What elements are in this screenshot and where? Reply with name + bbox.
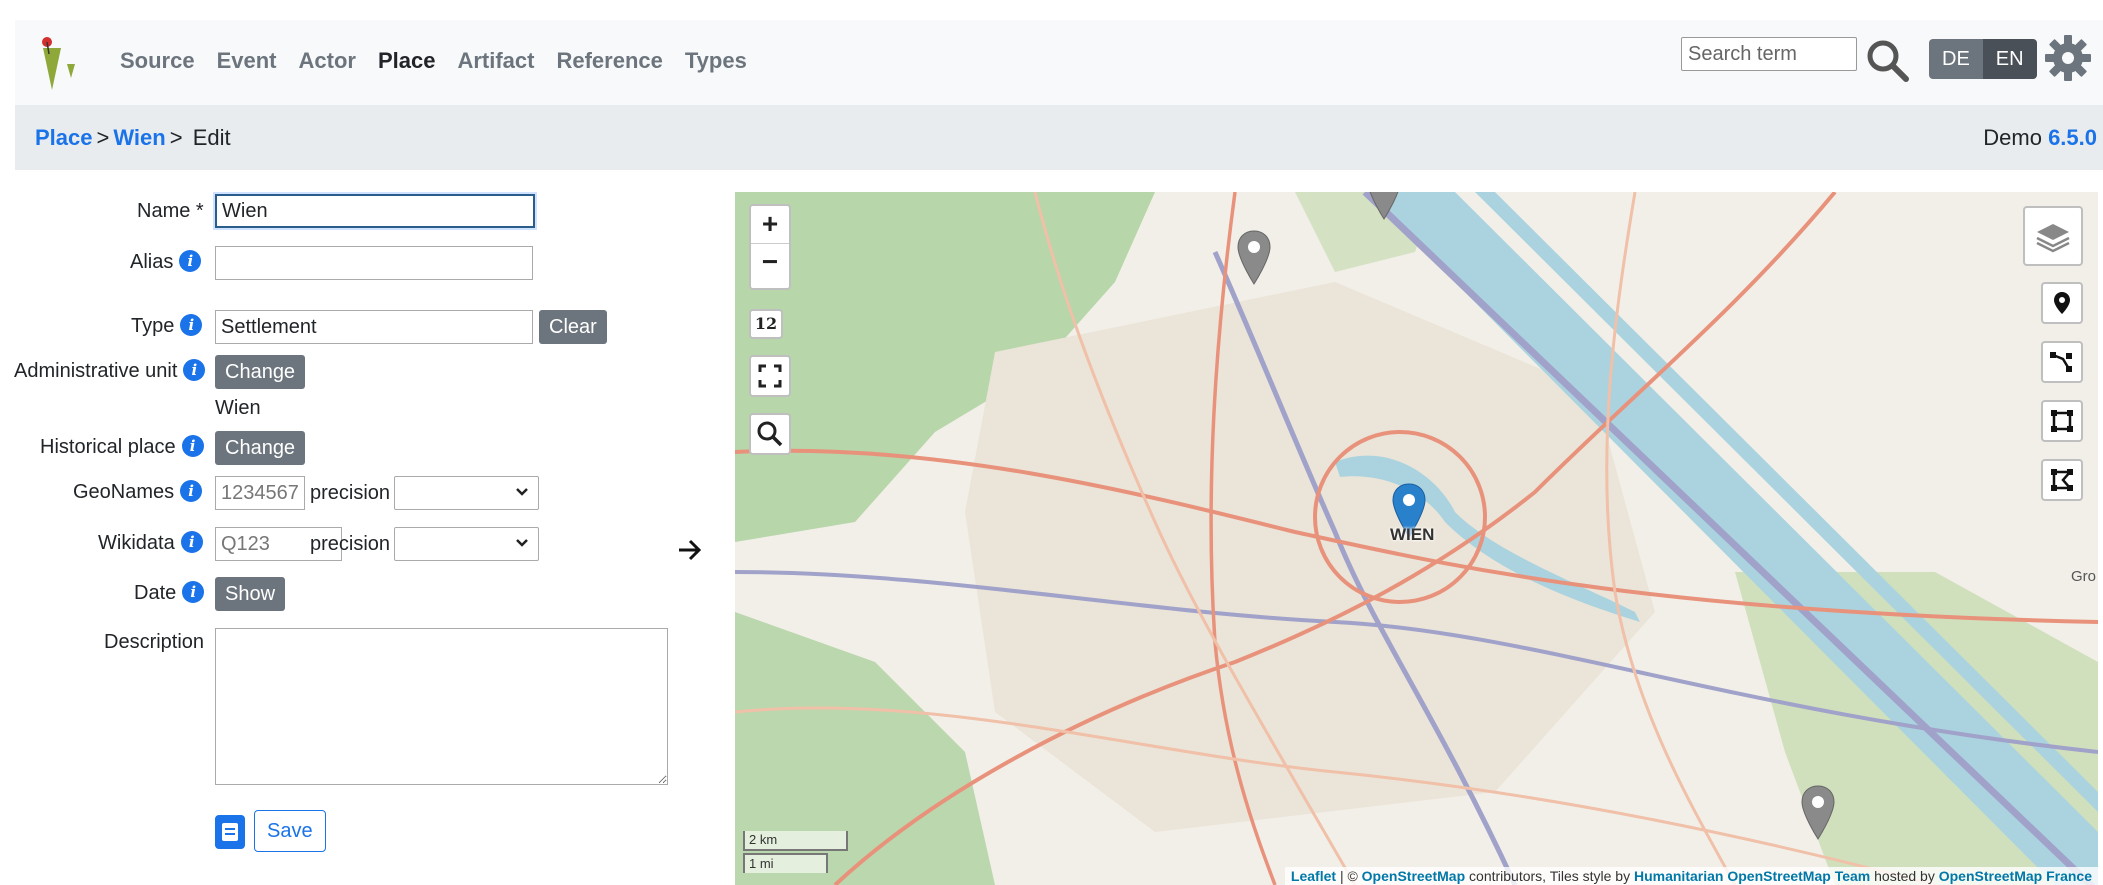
- arrow-right-icon: [679, 539, 702, 561]
- wikidata-precision-select[interactable]: [394, 527, 539, 561]
- type-label: Type i: [131, 314, 203, 338]
- draw-polygon-button[interactable]: [2041, 400, 2083, 442]
- lang-de-button[interactable]: DE: [1929, 39, 1983, 79]
- type-input[interactable]: [215, 310, 533, 344]
- layers-icon: [2036, 224, 2070, 253]
- osm-france-link[interactable]: OpenStreetMap France: [1939, 868, 2092, 884]
- map-marker-icon[interactable]: [1235, 229, 1273, 287]
- geonames-label: GeoNames i: [73, 480, 203, 504]
- date-label: Date i: [134, 581, 205, 605]
- map-edge-label: Gro: [2070, 568, 2096, 585]
- historical-place-label: Historical place i: [40, 435, 204, 459]
- description-textarea[interactable]: [215, 628, 668, 785]
- nav-event[interactable]: Event: [217, 46, 277, 76]
- nav-reference[interactable]: Reference: [556, 46, 662, 76]
- breadcrumb-place-link[interactable]: Place: [35, 125, 93, 150]
- main-nav: Source Event Actor Place Artifact Refere…: [120, 46, 769, 76]
- place-marker-label: WIEN: [1390, 525, 1435, 544]
- hot-link[interactable]: Humanitarian OpenStreetMap Team: [1634, 868, 1870, 884]
- date-show-button[interactable]: Show: [215, 577, 286, 611]
- info-icon[interactable]: i: [181, 435, 204, 457]
- draw-marker-button[interactable]: [2041, 282, 2083, 324]
- info-icon[interactable]: i: [180, 531, 203, 553]
- draw-shape-button[interactable]: [2041, 459, 2083, 501]
- polygon-icon: [2051, 410, 2073, 432]
- clear-type-button[interactable]: Clear: [539, 310, 607, 344]
- attribution-text: contributors, Tiles style by: [1469, 868, 1631, 884]
- language-switch: DE EN: [1929, 39, 2037, 79]
- geonames-precision-select[interactable]: [394, 476, 539, 510]
- breadcrumb-bar: Place > Wien > Edit Demo 6.5.0: [15, 105, 2103, 170]
- admin-unit-label: Administrative unit i: [14, 359, 206, 383]
- map-marker-icon[interactable]: [1365, 192, 1403, 222]
- breadcrumb-current: Edit: [192, 125, 231, 150]
- alias-label: Alias i: [130, 250, 202, 274]
- zoom-in-button[interactable]: +: [751, 206, 789, 244]
- chevron-down-icon: [516, 539, 528, 547]
- info-icon[interactable]: i: [182, 581, 205, 603]
- zoom-level-indicator: 12: [749, 309, 783, 339]
- version-info: Demo 6.5.0: [1983, 124, 2097, 152]
- osm-link[interactable]: OpenStreetMap: [1362, 868, 1465, 884]
- leaflet-link[interactable]: Leaflet: [1291, 868, 1336, 884]
- chevron-down-icon: [516, 488, 528, 496]
- version-label: Demo: [1983, 125, 2042, 150]
- nav-artifact[interactable]: Artifact: [457, 46, 534, 76]
- name-input[interactable]: [215, 194, 535, 228]
- polyline-icon: [2050, 352, 2072, 372]
- shape-icon: [2051, 469, 2073, 491]
- fullscreen-icon: [758, 364, 782, 388]
- lang-en-button[interactable]: EN: [1982, 39, 2037, 79]
- wikidata-precision-label: precision: [310, 533, 391, 555]
- nav-source[interactable]: Source: [120, 46, 195, 76]
- manual-book-button[interactable]: [215, 815, 245, 849]
- zoom-control: + −: [749, 204, 791, 290]
- geonames-precision-label: precision: [310, 482, 391, 504]
- info-icon[interactable]: i: [180, 480, 203, 502]
- openatlas-logo-icon[interactable]: [39, 34, 79, 90]
- breadcrumb-wien-link[interactable]: Wien: [113, 125, 165, 150]
- map-marker-icon[interactable]: [1799, 784, 1837, 842]
- description-label: Description: [104, 631, 205, 653]
- admin-unit-change-button[interactable]: Change: [215, 355, 306, 389]
- top-navbar: Source Event Actor Place Artifact Refere…: [15, 20, 2103, 105]
- nav-types[interactable]: Types: [685, 46, 747, 76]
- attribution-sep: | ©: [1339, 868, 1358, 884]
- save-button[interactable]: Save: [254, 810, 326, 852]
- map-marker-icon: [2054, 292, 2070, 314]
- admin-unit-value: Wien: [215, 397, 261, 419]
- info-icon[interactable]: i: [180, 314, 203, 336]
- wikidata-label: Wikidata i: [98, 531, 203, 555]
- alias-input[interactable]: [215, 246, 533, 280]
- breadcrumb-separator: >: [96, 125, 110, 150]
- fullscreen-button[interactable]: [749, 355, 791, 397]
- search-input[interactable]: [1681, 37, 1857, 71]
- map-search-button[interactable]: [749, 413, 791, 455]
- attribution-text-2: hosted by: [1874, 868, 1935, 884]
- nav-place[interactable]: Place: [378, 46, 436, 76]
- breadcrumb-separator: >: [169, 125, 183, 150]
- geonames-input[interactable]: [215, 476, 305, 510]
- info-icon[interactable]: i: [179, 250, 202, 272]
- map-attribution: Leaflet | © OpenStreetMap contributors, …: [1284, 867, 2098, 885]
- zoom-out-button[interactable]: −: [751, 244, 789, 282]
- search-icon[interactable]: [1863, 36, 1911, 84]
- scale-mi: 1 mi: [743, 853, 828, 873]
- breadcrumb: Place > Wien > Edit: [35, 124, 231, 152]
- scale-km: 2 km: [743, 831, 848, 851]
- info-icon[interactable]: i: [183, 359, 206, 381]
- search-icon: [757, 421, 783, 447]
- map-view[interactable]: + − 12 WIEN Gro 2 km 1 mi Leaflet | © Op…: [735, 192, 2098, 885]
- book-icon: [222, 823, 238, 841]
- gear-icon[interactable]: [2043, 33, 2093, 83]
- layers-button[interactable]: [2023, 206, 2083, 266]
- name-label: Name *: [137, 200, 204, 222]
- historical-place-change-button[interactable]: Change: [215, 431, 306, 465]
- version-link[interactable]: 6.5.0: [2048, 125, 2097, 150]
- draw-polyline-button[interactable]: [2041, 341, 2083, 383]
- nav-actor[interactable]: Actor: [299, 46, 356, 76]
